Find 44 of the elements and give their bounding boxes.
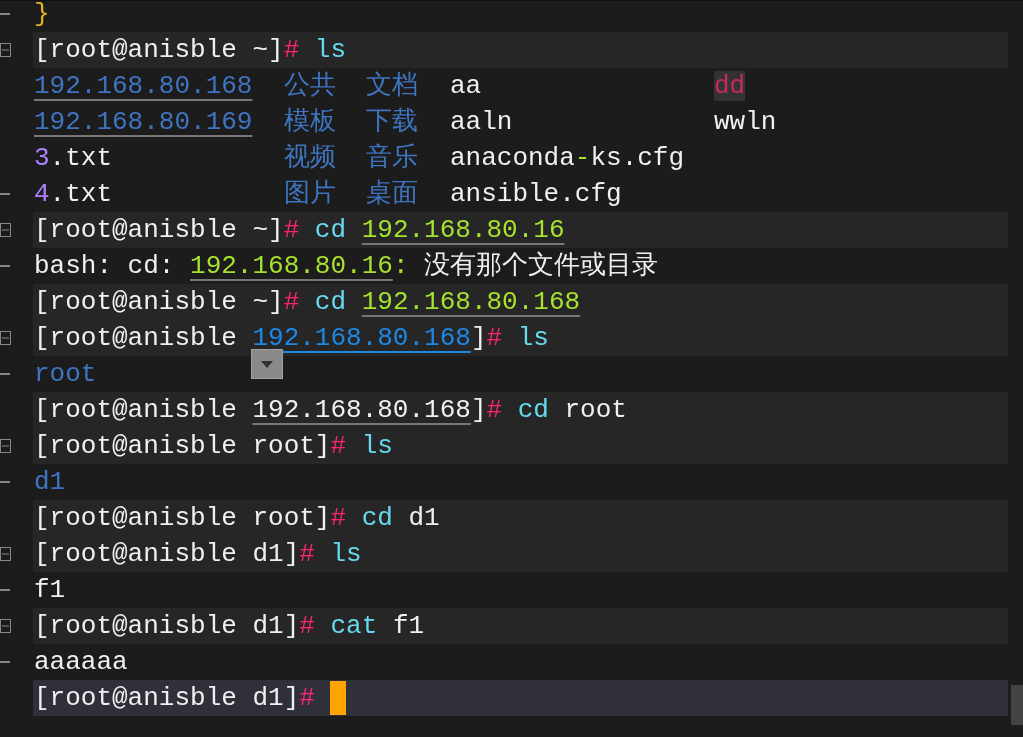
terminal-text: [root@anisble ~]# cd 192.168.80.16 bbox=[34, 213, 565, 247]
terminal-text: 音乐 bbox=[366, 142, 418, 173]
scrollbar-thumb[interactable] bbox=[1011, 685, 1023, 725]
terminal-text: 视频 bbox=[284, 142, 336, 173]
caret-icon bbox=[261, 360, 273, 368]
terminal-text: [root@anisble root]# cd d1 bbox=[34, 501, 440, 535]
terminal-text: bash: cd: 192.168.80.16: 没有那个文件或目录 bbox=[34, 249, 659, 283]
terminal-text: 192.168.80.169 bbox=[34, 106, 253, 137]
fold-icon[interactable] bbox=[0, 43, 12, 57]
fold-icon[interactable] bbox=[0, 439, 12, 453]
terminal-text: aaln bbox=[450, 106, 513, 137]
terminal-text: ansible.cfg bbox=[450, 178, 622, 209]
terminal-text: [root@anisble ~]# ls bbox=[34, 33, 347, 67]
terminal-text: 文档 bbox=[366, 70, 418, 101]
terminal-text: wwln bbox=[714, 106, 777, 137]
terminal-text: 192.168.80.168 bbox=[34, 70, 253, 101]
fold-icon[interactable] bbox=[0, 223, 12, 237]
terminal-text: aa bbox=[450, 70, 482, 101]
fold-icon[interactable] bbox=[0, 331, 12, 345]
terminal-text: d1 bbox=[34, 465, 66, 499]
terminal-text: [root@anisble 192.168.80.168]# ls bbox=[34, 321, 549, 355]
terminal-text: 下载 bbox=[366, 106, 418, 137]
text-cursor bbox=[330, 681, 347, 715]
terminal-text: [root@anisble ~]# cd 192.168.80.168 bbox=[34, 285, 581, 319]
terminal-text: [root@anisble d1]# ls bbox=[34, 537, 362, 571]
fold-icon[interactable] bbox=[0, 619, 12, 633]
terminal-text: f1 bbox=[34, 573, 66, 607]
terminal-text: 模板 bbox=[284, 106, 336, 137]
terminal-text: [root@anisble d1]# cat f1 bbox=[34, 609, 425, 643]
terminal-text: 桌面 bbox=[366, 178, 418, 209]
terminal-text: 图片 bbox=[284, 178, 336, 209]
terminal-text: 公共 bbox=[284, 70, 336, 101]
terminal-text: anaconda-ks.cfg bbox=[450, 142, 685, 173]
terminal-text: aaaaaa bbox=[34, 645, 128, 679]
terminal-text: 4.txt bbox=[34, 178, 113, 209]
terminal-text: root bbox=[34, 357, 97, 391]
terminal-text: 3.txt bbox=[34, 142, 113, 173]
terminal-text: dd bbox=[714, 70, 746, 101]
dropdown-toggle-button[interactable] bbox=[251, 349, 283, 379]
terminal-text: } bbox=[34, 1, 50, 31]
fold-icon[interactable] bbox=[0, 547, 12, 561]
terminal-text: [root@anisble d1]# bbox=[34, 681, 316, 715]
terminal-text: [root@anisble root]# ls bbox=[34, 429, 393, 463]
terminal-text: [root@anisble 192.168.80.168]# cd root bbox=[34, 393, 627, 427]
